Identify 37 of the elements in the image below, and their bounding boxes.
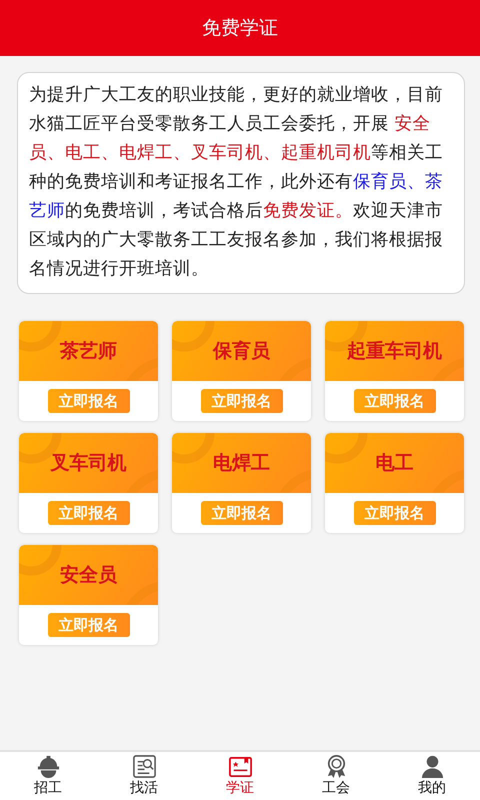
tab[interactable]: 我的 [384,752,480,800]
tab[interactable]: 找活 [96,752,192,800]
course-title: 起重车司机 [347,339,442,364]
signup-button[interactable]: 立即报名 [48,613,130,637]
course-card[interactable]: 保育员 立即报名 [172,321,311,421]
course-card[interactable]: 电工 立即报名 [325,433,464,533]
arc-decoration [325,433,368,464]
course-title: 茶艺师 [60,339,117,364]
course-card[interactable]: 叉车司机 立即报名 [19,433,158,533]
arc-decoration [172,433,214,464]
course-title: 电焊工 [213,451,270,476]
arc-decoration [19,545,62,576]
signup-button[interactable]: 立即报名 [200,501,282,525]
signup-button[interactable]: 立即报名 [354,389,436,413]
arc-decoration [172,321,214,352]
signup-button[interactable]: 立即报名 [48,389,130,413]
helmet-icon [36,754,60,779]
tab[interactable]: 招工 [0,752,96,800]
page-title: 免费学证 [202,16,278,41]
tab[interactable]: 工会 [288,752,384,800]
tab[interactable]: 学证 [192,752,288,800]
certificate-icon [228,754,252,779]
person-icon [420,754,444,779]
signup-button[interactable]: 立即报名 [354,501,436,525]
course-title: 电工 [376,451,414,476]
course-card[interactable]: 电焊工 立即报名 [172,433,311,533]
document-search-icon [132,754,156,779]
course-card[interactable]: 起重车司机 立即报名 [325,321,464,421]
course-title: 保育员 [213,339,270,364]
course-title: 叉车司机 [50,451,126,476]
signup-button[interactable]: 立即报名 [200,389,282,413]
intro-paragraph: 为提升广大工友的职业技能，更好的就业增收，目前水猫工匠平台受零散务工人员工会委托，开展 安全员、电工、电焊工、叉车司机、起重机司机等相关工种的免费培训和考证报名工作，此外还有保育员、茶艺师的免费培训，考试合格后免费发证。欢迎天津市区域内的广大零散务工工友报名参加，我们将根据报名情况进行开班培训。 [17,72,465,294]
course-card[interactable]: 安全员 立即报名 [19,545,158,645]
course-card[interactable]: 茶艺师 立即报名 [19,321,158,421]
signup-button[interactable]: 立即报名 [48,501,130,525]
arc-decoration [19,321,62,352]
course-title: 安全员 [60,563,117,588]
